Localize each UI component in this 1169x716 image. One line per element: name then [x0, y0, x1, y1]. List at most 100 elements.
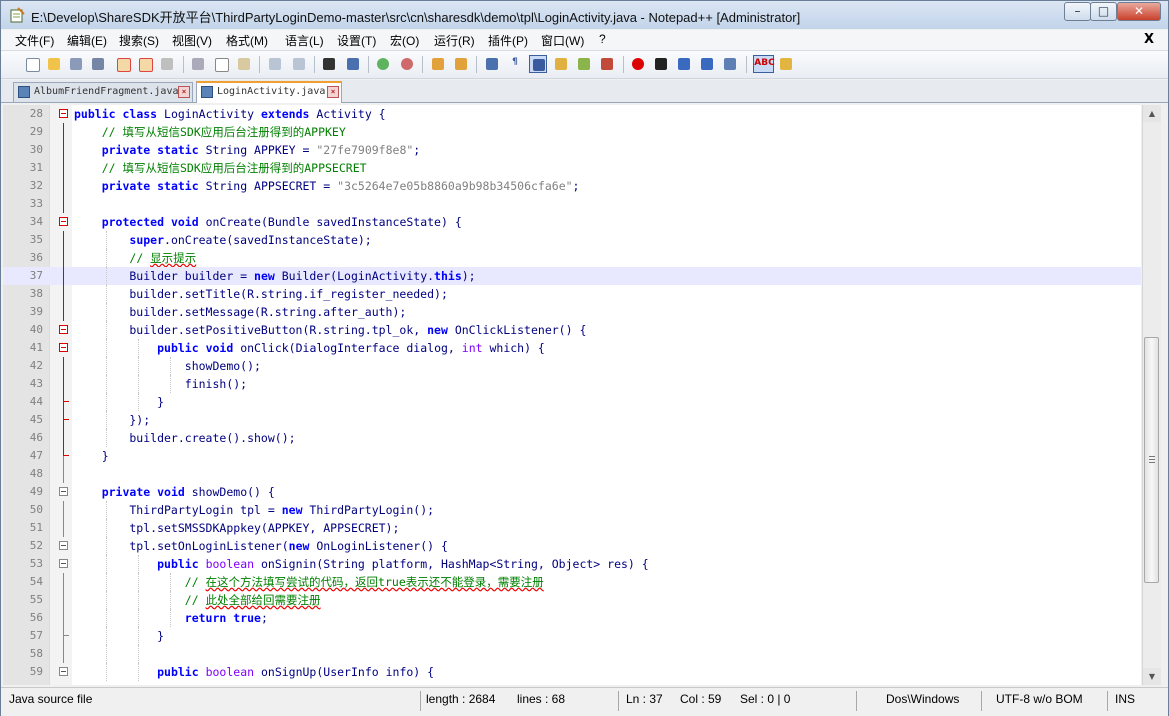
- zoom-out-icon[interactable]: [398, 55, 416, 73]
- replace-icon[interactable]: [344, 55, 362, 73]
- code-text: protected void onCreate(Bundle savedInst…: [101, 215, 462, 229]
- fold-line: [63, 429, 64, 447]
- menu-file[interactable]: 文件(F): [15, 32, 54, 49]
- fold-toggle-icon[interactable]: [59, 343, 68, 352]
- toolbar-separator: [623, 56, 624, 73]
- close-file-icon[interactable]: [114, 55, 132, 73]
- line-number: 36: [29, 251, 43, 264]
- close-all-icon[interactable]: [136, 55, 154, 73]
- fold-toggle-icon[interactable]: [59, 559, 68, 568]
- fold-toggle-icon[interactable]: [59, 667, 68, 676]
- copy-icon[interactable]: [212, 55, 230, 73]
- file-icon: [201, 86, 213, 98]
- line-number: 37: [29, 269, 43, 282]
- sync-horizontal-icon[interactable]: [452, 55, 470, 73]
- save-macro-icon[interactable]: [721, 55, 739, 73]
- tab-album-friend-fragment[interactable]: AlbumFriendFragment.java ×: [13, 82, 193, 102]
- undo-icon[interactable]: [266, 55, 284, 73]
- menu-format[interactable]: 格式(M): [226, 32, 268, 49]
- toolbar: ¶ ABC: [1, 51, 1168, 79]
- code-editor[interactable]: 28 public class LoginActivity extends Act…: [3, 105, 1141, 685]
- menu-help[interactable]: ?: [599, 32, 606, 46]
- paste-icon[interactable]: [235, 55, 253, 73]
- fold-line: [63, 267, 64, 285]
- open-file-icon[interactable]: [45, 55, 63, 73]
- change-dictionary-icon[interactable]: [777, 55, 795, 73]
- close-tab-icon[interactable]: ×: [327, 86, 339, 98]
- fold-toggle-icon[interactable]: [59, 487, 68, 496]
- line-number: 58: [29, 647, 43, 660]
- status-lines: lines : 68: [517, 692, 566, 706]
- menu-window[interactable]: 窗口(W): [541, 32, 584, 49]
- menu-settings[interactable]: 设置(T): [337, 32, 376, 49]
- scroll-thumb[interactable]: [1144, 337, 1159, 583]
- status-separator: [1107, 691, 1108, 711]
- title-bar[interactable]: E:\Develop\ShareSDK开放平台\ThirdPartyLoginD…: [1, 1, 1168, 29]
- scroll-down-icon[interactable]: ▼: [1143, 668, 1161, 685]
- sync-vertical-icon[interactable]: [429, 55, 447, 73]
- menu-view[interactable]: 视图(V): [172, 32, 212, 49]
- fold-toggle-icon[interactable]: [59, 217, 68, 226]
- scroll-up-icon[interactable]: ▲: [1143, 105, 1161, 122]
- code-text: // 此处全部给回需要注册: [184, 593, 321, 607]
- line-number: 38: [29, 287, 43, 300]
- toolbar-separator: [368, 56, 369, 73]
- spellcheck-icon[interactable]: ABC: [753, 55, 775, 73]
- run-macro-multiple-icon[interactable]: [698, 55, 716, 73]
- code-line: 44 }: [3, 393, 1141, 411]
- tab-login-activity[interactable]: LoginActivity.java ×: [196, 81, 342, 103]
- stop-record-icon[interactable]: [652, 55, 670, 73]
- menu-macro[interactable]: 宏(O): [390, 32, 419, 49]
- fold-toggle-icon[interactable]: [59, 325, 68, 334]
- maximize-button[interactable]: □: [1090, 2, 1117, 21]
- line-number: 52: [29, 539, 43, 552]
- menu-search[interactable]: 搜索(S): [119, 32, 159, 49]
- find-icon[interactable]: [320, 55, 338, 73]
- save-all-icon[interactable]: [89, 55, 107, 73]
- fold-line: [63, 591, 64, 609]
- menu-edit[interactable]: 编辑(E): [67, 32, 107, 49]
- fold-line: [63, 519, 64, 537]
- function-list-icon[interactable]: [575, 55, 593, 73]
- fold-toggle-icon[interactable]: [59, 109, 68, 118]
- user-language-icon[interactable]: [552, 55, 570, 73]
- indent-guide-icon[interactable]: [529, 55, 547, 73]
- fold-line: [63, 501, 64, 519]
- document-map-icon[interactable]: [598, 55, 616, 73]
- toolbar-separator: [422, 56, 423, 73]
- status-col: Col : 59: [680, 692, 722, 706]
- close-button[interactable]: ✕: [1117, 2, 1161, 21]
- line-number: 57: [29, 629, 43, 642]
- menu-run[interactable]: 运行(R): [434, 32, 475, 49]
- fold-toggle-icon[interactable]: [59, 541, 68, 550]
- line-number: 41: [29, 341, 43, 354]
- line-number: 42: [29, 359, 43, 372]
- menu-plugins[interactable]: 插件(P): [488, 32, 528, 49]
- menu-language[interactable]: 语言(L): [285, 32, 324, 49]
- redo-icon[interactable]: [290, 55, 308, 73]
- line-number: 31: [29, 161, 43, 174]
- code-text: builder.setTitle(R.string.if_register_ne…: [74, 287, 448, 301]
- print-icon[interactable]: [158, 55, 176, 73]
- line-number: 35: [29, 233, 43, 246]
- code-text: // 填写从短信SDK应用后台注册得到的APPSECRET: [101, 161, 367, 175]
- word-wrap-icon[interactable]: [483, 55, 501, 73]
- close-document-x[interactable]: X: [1144, 32, 1154, 47]
- code-line: 35 super.onCreate(savedInstanceState);: [3, 231, 1141, 249]
- save-icon[interactable]: [67, 55, 85, 73]
- line-number: 53: [29, 557, 43, 570]
- minimize-button[interactable]: –: [1064, 2, 1091, 21]
- vertical-scrollbar[interactable]: ▲ ▼: [1142, 105, 1161, 685]
- code-line: 33: [3, 195, 1141, 213]
- cut-icon[interactable]: [189, 55, 207, 73]
- record-macro-icon[interactable]: [629, 55, 647, 73]
- close-tab-icon[interactable]: ×: [178, 86, 190, 98]
- code-text: super.onCreate(savedInstanceState);: [129, 233, 372, 247]
- status-separator: [981, 691, 982, 711]
- zoom-in-icon[interactable]: [374, 55, 392, 73]
- line-number: 33: [29, 197, 43, 210]
- show-all-chars-icon[interactable]: ¶: [506, 55, 524, 73]
- code-text: public class LoginActivity extends Activ…: [74, 107, 386, 121]
- play-macro-icon[interactable]: [675, 55, 693, 73]
- new-file-icon[interactable]: [23, 55, 41, 73]
